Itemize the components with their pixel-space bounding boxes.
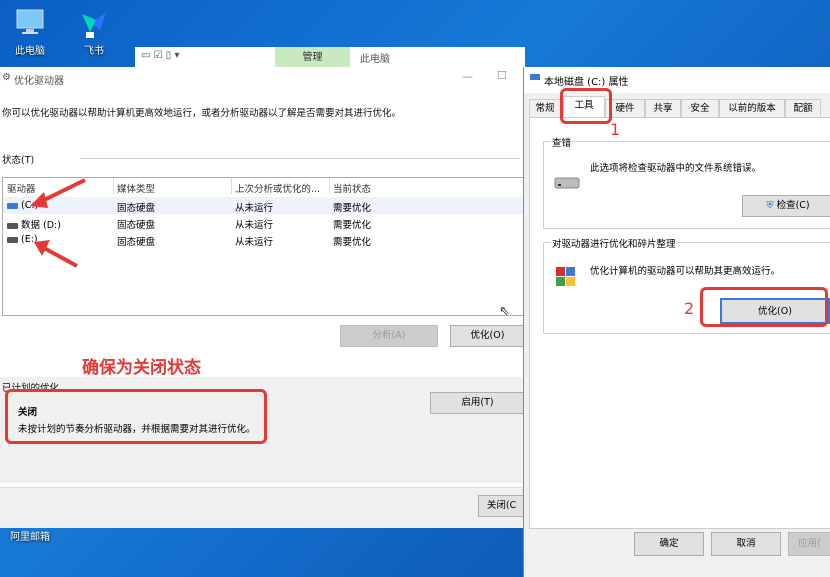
bottom-bar: 关闭(C [0,487,525,528]
current-status: 需要优化 [333,220,372,231]
last-run: 从未运行 [235,203,274,214]
desktop-icon-label: 此电脑 [15,46,45,57]
title-bar: ⚙ 优化驱动器 — ☐ [0,67,525,89]
desktop-icon-aliyun-mail[interactable]: 阿里邮箱 [2,528,58,543]
desktop-icon-label: 阿里邮箱 [10,532,50,543]
media-type: 固态硬盘 [117,220,156,231]
computer-icon [14,6,46,38]
analyze-button[interactable]: 分析(A) [340,325,438,347]
enable-button[interactable]: 启用(T) [430,392,525,414]
group-title: 对驱动器进行优化和碎片整理 [550,236,678,250]
annotation-box-optimize [700,287,828,327]
media-type: 固态硬盘 [117,237,156,248]
defrag-icon: ⚙ [2,72,11,83]
column-header-media[interactable]: 媒体类型 [117,181,155,195]
feishu-icon [78,6,110,38]
tab-this-pc[interactable]: 此电脑 [360,50,390,65]
tab-sharing[interactable]: 共享 [645,99,681,117]
current-status: 需要优化 [333,203,372,214]
media-type: 固态硬盘 [117,203,156,214]
status-label: 状态(T) [2,155,35,166]
ok-button[interactable]: 确定 [634,532,704,556]
defrag-icon [556,267,575,286]
annotation-step-2: 2 [684,299,695,318]
optimize-description: 优化计算机的驱动器可以帮助其更高效运行。 [590,266,781,277]
hard-drive-icon [554,177,580,189]
minimize-icon[interactable]: — [462,70,473,83]
error-check-group: 查错 此选项将检查驱动器中的文件系统错误。 ⛨ 检查(C) [543,135,830,229]
last-run: 从未运行 [235,237,274,248]
annotation-ensure-off: 确保为关闭状态 [82,358,201,378]
description: 你可以优化驱动器以帮助计算机更高效地运行，或者分析驱动器以了解是否需要对其进行优… [2,108,402,119]
column-separator [329,178,330,194]
tab-previous-versions[interactable]: 以前的版本 [719,99,785,117]
close-button[interactable]: 关闭(C [478,495,525,517]
explorer-ribbon: ▭ ☑ ▯ ▾ 管理 此电脑 [135,47,525,68]
tab-security[interactable]: 安全 [681,99,719,117]
tab-quota[interactable]: 配额 [785,99,821,117]
shield-icon: ⛨ [766,200,774,211]
cancel-button[interactable]: 取消 [711,532,781,556]
annotation-arrows-icon [30,178,86,268]
column-separator [231,178,232,194]
desktop-icon-feishu[interactable]: 飞书 [66,6,122,57]
desktop-icon-label: 飞书 [84,46,104,57]
check-description: 此选项将检查驱动器中的文件系统错误。 [590,163,762,174]
last-run: 从未运行 [235,220,274,231]
tab-general[interactable]: 常规 [529,99,561,117]
maximize-icon[interactable]: ☐ [497,69,507,82]
drive-icon [530,74,540,80]
optimize-drives-window: ⚙ 优化驱动器 — ☐ 你可以优化驱动器以帮助计算机更高效地运行，或者分析驱动器… [0,67,526,528]
annotation-box-schedule [5,389,267,444]
column-header-status[interactable]: 当前状态 [333,181,371,195]
mouse-cursor-icon: ⇖ [499,304,510,319]
apply-button[interactable]: 应用( [788,532,830,556]
divider [80,158,520,159]
column-header-last-run[interactable]: 上次分析或优化的... [235,181,320,195]
window-title: 本地磁盘 (C:) 属性 [544,77,629,88]
check-button-label: 检查(C) [776,200,810,211]
check-button[interactable]: ⛨ 检查(C) [742,195,830,217]
optimize-button[interactable]: 优化(O) [450,325,525,347]
quick-access-icons: ▭ ☑ ▯ ▾ [141,50,180,61]
annotation-step-1: 1 [610,120,621,139]
window-title: 优化驱动器 [14,76,64,87]
tab-manage[interactable]: 管理 [275,47,350,67]
group-title: 查错 [550,135,574,149]
current-status: 需要优化 [333,237,372,248]
annotation-box-tools-tab [560,88,612,124]
desktop-icon-this-pc[interactable]: 此电脑 [2,6,58,57]
column-separator [113,178,114,194]
